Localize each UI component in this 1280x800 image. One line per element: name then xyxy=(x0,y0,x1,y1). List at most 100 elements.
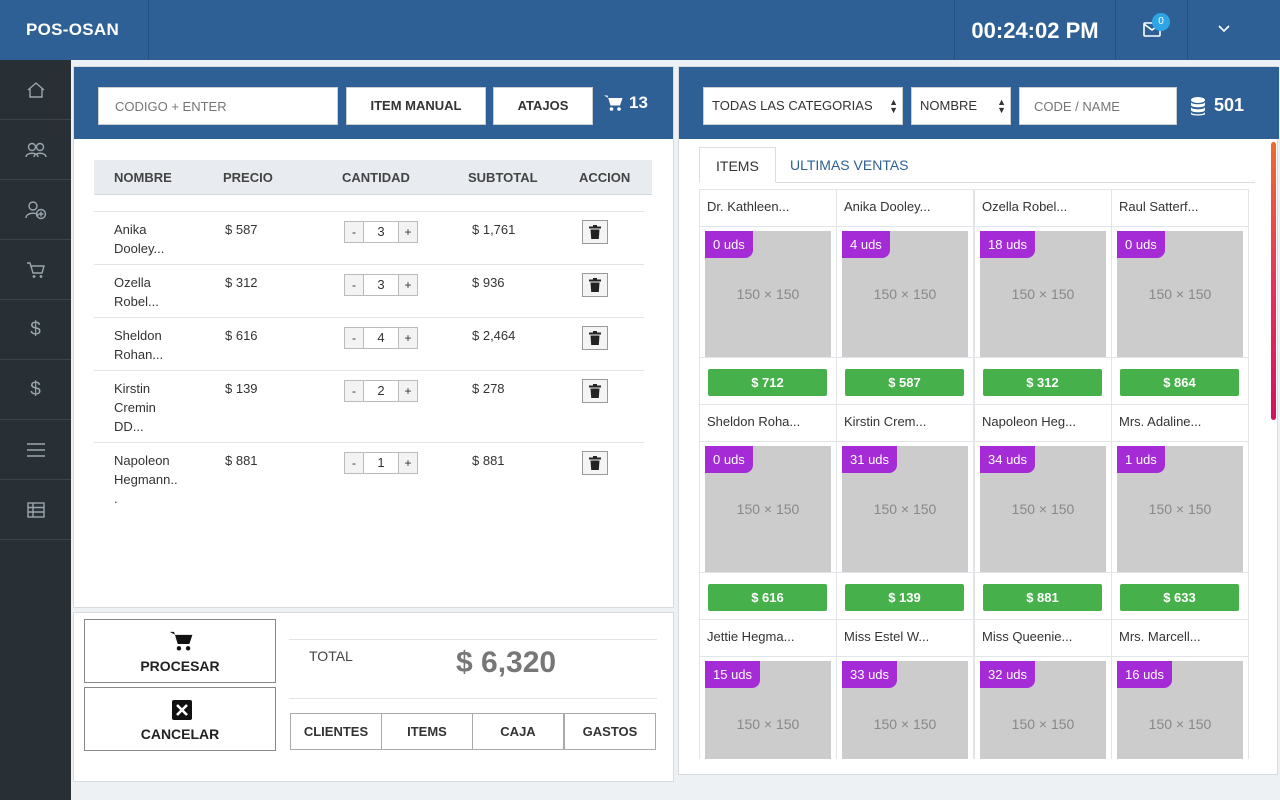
delete-button[interactable] xyxy=(582,326,608,350)
price-button[interactable]: $ 587 xyxy=(845,369,964,396)
sidebar-item-table[interactable] xyxy=(0,480,71,540)
column-header-accion: ACCION xyxy=(579,170,631,185)
products-scrollbar[interactable] xyxy=(1271,142,1276,420)
barcode-input[interactable] xyxy=(98,87,338,125)
brand-logo[interactable]: POS-OSAN xyxy=(0,0,149,60)
increment-button[interactable]: + xyxy=(398,327,418,349)
shopping-cart-icon xyxy=(169,631,193,651)
sidebar-item-add-user[interactable] xyxy=(0,180,71,240)
trash-icon xyxy=(589,225,601,239)
delete-button[interactable] xyxy=(582,451,608,475)
sidebar-item-menu[interactable] xyxy=(0,420,71,480)
sidebar-item-expenses[interactable]: $ xyxy=(0,360,71,420)
sidebar-item-users[interactable] xyxy=(0,120,71,180)
product-card[interactable]: Raul Satterf... 150 × 150 0 uds $ 864 xyxy=(1111,189,1249,405)
cancelar-button[interactable]: CANCELAR xyxy=(84,687,276,751)
delete-button[interactable] xyxy=(582,220,608,244)
increment-button[interactable]: + xyxy=(398,274,418,296)
total-summary: TOTAL $ 6,320 xyxy=(289,639,657,699)
gastos-button[interactable]: GASTOS xyxy=(564,713,656,750)
category-select[interactable]: TODAS LAS CATEGORIAS ▲ ▼ xyxy=(703,87,903,125)
caja-button[interactable]: CAJA xyxy=(472,713,564,750)
increment-button[interactable]: + xyxy=(398,452,418,474)
cancelar-label: CANCELAR xyxy=(140,726,220,742)
decrement-button[interactable]: - xyxy=(344,452,364,474)
table-icon xyxy=(26,501,45,518)
mail-button[interactable] xyxy=(1116,0,1188,60)
quantity-stepper: - 1 + xyxy=(344,452,418,474)
product-card[interactable]: Kirstin Crem... 150 × 150 31 uds $ 139 xyxy=(836,404,974,620)
dollar-icon: $ xyxy=(30,378,41,400)
price-button[interactable]: $ 864 xyxy=(1120,369,1239,396)
sort-select[interactable]: NOMBRE ▲ ▼ xyxy=(911,87,1011,125)
sidebar-item-sales[interactable]: $ xyxy=(0,300,71,360)
product-card[interactable]: Dr. Kathleen... 150 × 150 0 uds $ 712 xyxy=(699,189,837,405)
product-card[interactable]: Miss Queenie... 150 × 150 32 uds xyxy=(974,619,1112,759)
sidebar: $ $ xyxy=(0,60,71,800)
product-name: Mrs. Adaline... xyxy=(1119,414,1202,429)
decrement-button[interactable]: - xyxy=(344,274,364,296)
quantity-value[interactable]: 3 xyxy=(364,274,398,296)
select-arrows-icon: ▲ ▼ xyxy=(889,97,898,115)
products-tabs: ITEMS ULTIMAS VENTAS xyxy=(699,147,1255,183)
column-header-nombre: NOMBRE xyxy=(114,170,172,185)
stock-badge: 15 uds xyxy=(705,661,761,688)
increment-button[interactable]: + xyxy=(398,221,418,243)
procesar-button[interactable]: PROCESAR xyxy=(84,619,276,683)
cart-row-subtotal: $ 936 xyxy=(472,275,505,290)
price-button[interactable]: $ 712 xyxy=(708,369,827,396)
stock-badge: 0 uds xyxy=(705,446,753,473)
user-dropdown[interactable] xyxy=(1188,0,1280,60)
product-card[interactable]: Ozella Robel... 150 × 150 18 uds $ 312 xyxy=(974,189,1112,405)
cart-row-price: $ 587 xyxy=(225,222,258,237)
sidebar-item-home[interactable] xyxy=(0,60,71,120)
product-card[interactable]: Miss Estel W... 150 × 150 33 uds xyxy=(836,619,974,759)
product-card[interactable]: Anika Dooley... 150 × 150 4 uds $ 587 xyxy=(836,189,974,405)
items-button[interactable]: ITEMS xyxy=(381,713,473,750)
product-card[interactable]: Sheldon Roha... 150 × 150 0 uds $ 616 xyxy=(699,404,837,620)
checkout-panel: PROCESAR CANCELAR TOTAL $ 6,320 CLIENTES… xyxy=(73,612,674,782)
item-manual-button[interactable]: ITEM MANUAL xyxy=(346,87,486,125)
quantity-value[interactable]: 2 xyxy=(364,380,398,402)
coins-icon xyxy=(1191,96,1205,115)
product-image-frame: 150 × 150 32 uds xyxy=(975,656,1111,759)
cart-count: 13 xyxy=(604,93,648,113)
stock-badge: 1 uds xyxy=(1117,446,1165,473)
decrement-button[interactable]: - xyxy=(344,221,364,243)
price-button[interactable]: $ 633 xyxy=(1120,584,1239,611)
tab-ultimas-ventas[interactable]: ULTIMAS VENTAS xyxy=(774,147,925,183)
delete-button[interactable] xyxy=(582,379,608,403)
price-button[interactable]: $ 139 xyxy=(845,584,964,611)
price-button[interactable]: $ 616 xyxy=(708,584,827,611)
cart-row-price: $ 312 xyxy=(225,275,258,290)
product-name: Kirstin Crem... xyxy=(844,414,927,429)
product-image-frame: 150 × 150 16 uds xyxy=(1112,656,1248,759)
name-line: Dooley... xyxy=(114,241,165,256)
price-button[interactable]: $ 312 xyxy=(983,369,1102,396)
product-card[interactable]: Mrs. Marcell... 150 × 150 16 uds xyxy=(1111,619,1249,759)
product-image-frame: 150 × 150 18 uds xyxy=(975,226,1111,358)
price-button[interactable]: $ 881 xyxy=(983,584,1102,611)
clientes-button[interactable]: CLIENTES xyxy=(290,713,382,750)
quantity-value[interactable]: 1 xyxy=(364,452,398,474)
decrement-button[interactable]: - xyxy=(344,380,364,402)
product-name: Sheldon Roha... xyxy=(707,414,801,429)
top-bar: POS-OSAN 00:24:02 PM xyxy=(0,0,1280,60)
product-card[interactable]: Napoleon Heg... 150 × 150 34 uds $ 881 xyxy=(974,404,1112,620)
quantity-value[interactable]: 3 xyxy=(364,221,398,243)
procesar-label: PROCESAR xyxy=(140,658,220,674)
increment-button[interactable]: + xyxy=(398,380,418,402)
stock-badge: 18 uds xyxy=(980,231,1036,258)
sidebar-item-cart[interactable] xyxy=(0,240,71,300)
cart-row-name: Kirstin Cremin DD... xyxy=(114,379,156,436)
product-search-input[interactable] xyxy=(1019,87,1177,125)
product-card[interactable]: Jettie Hegma... 150 × 150 15 uds xyxy=(699,619,837,759)
atajos-button[interactable]: ATAJOS xyxy=(493,87,593,125)
quantity-value[interactable]: 4 xyxy=(364,327,398,349)
product-card[interactable]: Mrs. Adaline... 150 × 150 1 uds $ 633 xyxy=(1111,404,1249,620)
delete-button[interactable] xyxy=(582,273,608,297)
decrement-button[interactable]: - xyxy=(344,327,364,349)
column-header-subtotal: SUBTOTAL xyxy=(468,170,538,185)
tab-items[interactable]: ITEMS xyxy=(699,147,776,183)
products-panel: TODAS LAS CATEGORIAS ▲▼ NOMBRE ▲▼ 501 IT… xyxy=(678,66,1279,775)
